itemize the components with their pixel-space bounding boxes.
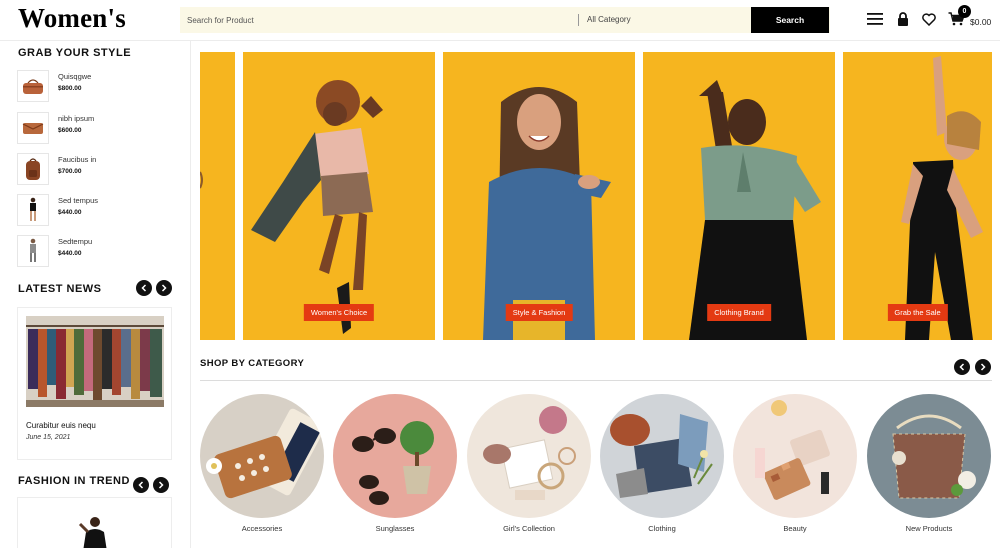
product-name[interactable]: Sedtempu: [58, 237, 92, 246]
search-divider: [578, 14, 579, 26]
news-card[interactable]: Curabitur euis nequ June 15, 2021: [17, 307, 172, 460]
sidebar-divider: [190, 41, 191, 548]
heart-icon[interactable]: [920, 10, 938, 28]
chevron-right-icon: [980, 363, 986, 371]
banner-slide-womens-choice[interactable]: Women's Choice: [243, 52, 435, 340]
product-name[interactable]: Sed tempus: [58, 196, 98, 205]
model-image: [483, 87, 611, 340]
trend-prev-button[interactable]: [133, 477, 149, 493]
category-image[interactable]: [333, 394, 457, 518]
product-item[interactable]: Sed tempus $440.00: [17, 194, 187, 228]
banner-tag[interactable]: Style & Fashion: [505, 304, 573, 321]
category-sunglasses[interactable]: Sunglasses: [333, 394, 457, 539]
category-girls-collection[interactable]: Girl's Collection: [467, 394, 591, 539]
product-name[interactable]: Faucibus in: [58, 155, 96, 164]
banner-slide-partial[interactable]: [200, 52, 235, 340]
category-image[interactable]: [200, 394, 324, 518]
chevron-left-icon: [959, 363, 965, 371]
product-item[interactable]: Quisqgwe $800.00: [17, 70, 187, 104]
category-next-button[interactable]: [975, 359, 991, 375]
product-item[interactable]: Sedtempu $440.00: [17, 235, 187, 269]
figure-icon[interactable]: [17, 235, 49, 267]
product-price: $600.00: [58, 127, 82, 134]
category-clothing[interactable]: Clothing: [600, 394, 724, 539]
backpack-icon[interactable]: [17, 153, 49, 185]
banner-slide-grab-the-sale[interactable]: Grab the Sale: [843, 52, 992, 340]
banner-slide-style-fashion[interactable]: Style & Fashion: [443, 52, 635, 340]
cart-total[interactable]: $0.00: [970, 17, 991, 27]
chevron-left-icon: [138, 481, 144, 489]
search-bar: All Category Search: [180, 7, 830, 33]
banner-slide-clothing-brand[interactable]: Clothing Brand: [643, 52, 835, 340]
news-title[interactable]: Curabitur euis nequ: [26, 421, 96, 430]
category-label[interactable]: Girl's Collection: [467, 524, 591, 533]
category-select[interactable]: All Category: [587, 7, 631, 33]
model-image: [251, 80, 383, 334]
header-divider: [0, 40, 1000, 41]
chevron-right-icon: [158, 481, 164, 489]
shop-by-category-title: SHOP BY CATEGORY: [200, 358, 305, 369]
trend-image: [78, 517, 107, 548]
product-price: $800.00: [58, 85, 82, 92]
news-image[interactable]: [26, 316, 164, 407]
chevron-right-icon: [161, 284, 167, 292]
model-image: [689, 80, 821, 340]
category-prev-button[interactable]: [954, 359, 970, 375]
search-button[interactable]: Search: [751, 7, 829, 33]
category-image[interactable]: [733, 394, 857, 518]
category-beauty[interactable]: Beauty: [733, 394, 857, 539]
product-price: $440.00: [58, 250, 82, 257]
category-label[interactable]: Sunglasses: [333, 524, 457, 533]
category-label[interactable]: Accessories: [200, 524, 324, 533]
logo[interactable]: Women's: [18, 3, 126, 34]
product-price: $440.00: [58, 209, 82, 216]
product-item[interactable]: nibh ipsum $600.00: [17, 112, 187, 146]
lock-icon[interactable]: [894, 10, 912, 28]
product-name[interactable]: Quisqgwe: [58, 72, 91, 81]
category-label[interactable]: New Products: [867, 524, 991, 533]
shop-divider: [200, 380, 992, 381]
fashion-in-trend-title: FASHION IN TREND: [18, 475, 130, 487]
category-image[interactable]: [467, 394, 591, 518]
category-accessories[interactable]: Accessories: [200, 394, 324, 539]
news-next-button[interactable]: [156, 280, 172, 296]
category-image[interactable]: [600, 394, 724, 518]
product-name[interactable]: nibh ipsum: [58, 114, 94, 123]
product-item[interactable]: Faucibus in $700.00: [17, 153, 187, 187]
banner-tag[interactable]: Women's Choice: [303, 304, 375, 321]
category-label[interactable]: Clothing: [600, 524, 724, 533]
news-prev-button[interactable]: [136, 280, 152, 296]
banner-tag[interactable]: Clothing Brand: [707, 304, 771, 321]
search-input[interactable]: [180, 7, 575, 33]
chevron-left-icon: [141, 284, 147, 292]
banner-tag[interactable]: Grab the Sale: [887, 304, 948, 321]
trend-next-button[interactable]: [153, 477, 169, 493]
category-label[interactable]: Beauty: [733, 524, 857, 533]
outfit-icon[interactable]: [17, 194, 49, 226]
category-new-products[interactable]: New Products: [867, 394, 991, 539]
trend-card[interactable]: [17, 497, 172, 548]
product-price: $700.00: [58, 168, 82, 175]
category-image[interactable]: [867, 394, 991, 518]
latest-news-title: LATEST NEWS: [18, 283, 102, 295]
news-date: June 15, 2021: [26, 434, 71, 441]
grab-your-style-title: GRAB YOUR STYLE: [18, 47, 132, 59]
clutch-icon[interactable]: [17, 112, 49, 144]
model-image: [901, 56, 983, 340]
site-header: Women's All Category Search 0 $0.00: [0, 0, 1000, 40]
menu-icon[interactable]: [866, 10, 884, 28]
handbag-icon[interactable]: [17, 70, 49, 102]
